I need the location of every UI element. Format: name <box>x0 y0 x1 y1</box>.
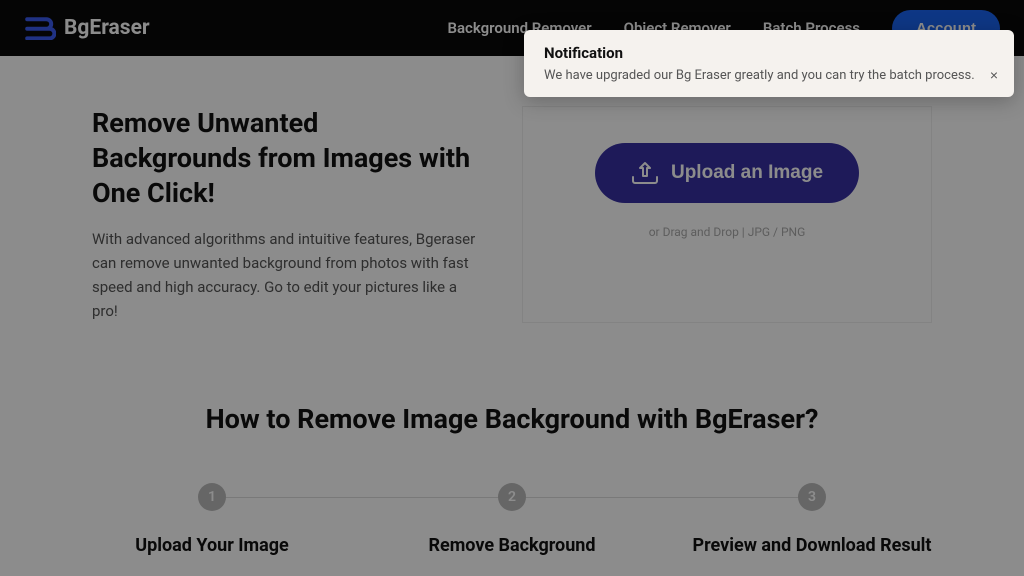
step-title: Upload Your Image <box>62 535 362 556</box>
steps-container: 1 Upload Your Image 2 Remove Background … <box>62 483 962 556</box>
upload-button-label: Upload an Image <box>671 162 823 184</box>
howto-section: How to Remove Image Background with BgEr… <box>0 323 1024 556</box>
step-number: 2 <box>498 483 526 511</box>
drag-drop-hint: or Drag and Drop | JPG / PNG <box>543 225 911 239</box>
notification-body: We have upgraded our Bg Eraser greatly a… <box>544 68 994 83</box>
step-title: Preview and Download Result <box>662 535 962 556</box>
step-number: 1 <box>198 483 226 511</box>
logo[interactable]: BgEraser <box>24 16 150 40</box>
step-number: 3 <box>798 483 826 511</box>
hero-copy: Remove Unwanted Backgrounds from Images … <box>92 106 482 323</box>
logo-icon <box>24 16 56 40</box>
upload-icon <box>631 161 659 185</box>
upload-button[interactable]: Upload an Image <box>595 143 859 203</box>
upload-card[interactable]: Upload an Image or Drag and Drop | JPG /… <box>522 106 932 323</box>
howto-heading: How to Remove Image Background with BgEr… <box>40 403 984 435</box>
notification-toast: Notification We have upgraded our Bg Era… <box>524 30 1014 97</box>
close-icon[interactable]: × <box>990 67 998 83</box>
hero-heading: Remove Unwanted Backgrounds from Images … <box>92 106 482 211</box>
step-2: 2 Remove Background <box>362 483 662 556</box>
step-title: Remove Background <box>362 535 662 556</box>
step-3: 3 Preview and Download Result <box>662 483 962 556</box>
hero-subtext: With advanced algorithms and intuitive f… <box>92 227 482 323</box>
step-1: 1 Upload Your Image <box>62 483 362 556</box>
logo-text: BgEraser <box>64 16 150 40</box>
notification-title: Notification <box>544 44 994 62</box>
